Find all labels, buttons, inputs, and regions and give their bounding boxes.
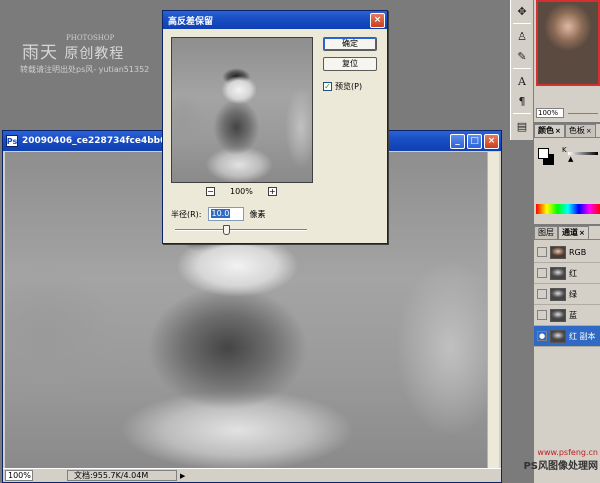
preview-checkbox[interactable]: ✓ [323, 82, 332, 91]
tab-channels[interactable]: 通道× [558, 226, 589, 239]
close-button[interactable]: × [484, 133, 499, 149]
divider [513, 68, 531, 69]
channel-name: 绿 [569, 289, 577, 299]
navigator-zoom-slider[interactable] [568, 113, 598, 114]
watermark-en: PHOTOSHOP [66, 34, 115, 42]
dialog-title: 高反差保留 [168, 16, 214, 27]
preview-checkbox-row: ✓ 预览(P) [323, 81, 362, 92]
color-tabs: 颜色× 色板× [534, 124, 600, 138]
reset-button[interactable]: 复位 [323, 57, 377, 71]
channel-name: 蓝 [569, 310, 577, 320]
ps-document-icon: Ps [6, 135, 18, 147]
tab-layers[interactable]: 图层 [534, 226, 558, 239]
site-name: PS风图像处理网 [523, 461, 598, 472]
watermark-title-2: 原创教程 [64, 46, 125, 62]
site-url: www.psfeng.cn [537, 448, 598, 457]
minimize-button[interactable]: _ [450, 133, 465, 149]
ok-button[interactable]: 确定 [323, 37, 377, 51]
zoom-out-button[interactable]: − [206, 187, 215, 196]
layers-tabs: 图层 通道× [534, 226, 600, 240]
filter-preview[interactable] [171, 37, 313, 183]
stamp-icon[interactable]: ♙ [512, 27, 532, 45]
tab-swatches[interactable]: 色板× [564, 124, 596, 137]
channel-row-red[interactable]: 红 [534, 263, 600, 284]
zoom-field[interactable]: 100% [5, 470, 33, 481]
channel-thumbnail [550, 245, 566, 259]
channel-thumbnail [550, 266, 566, 280]
type-icon[interactable]: A [512, 72, 532, 90]
channel-row-red-copy[interactable]: ● 红 副本 [534, 326, 600, 347]
tab-color-label: 颜色 [538, 126, 554, 135]
site-watermark: www.psfeng.cn PS风图像处理网 [492, 448, 600, 482]
radius-unit: 像素 [249, 209, 266, 219]
tab-layers-label: 图层 [538, 228, 554, 237]
notes-icon[interactable]: ▤ [512, 117, 532, 135]
channel-thumbnail [550, 287, 566, 301]
radius-value: 10.0 [210, 209, 231, 218]
channel-list: RGB 红 绿 蓝 ● 红 副本 [534, 242, 600, 347]
navigator-thumbnail[interactable] [536, 0, 600, 86]
divider [513, 113, 531, 114]
radius-slider-thumb[interactable] [223, 225, 230, 235]
high-pass-dialog: 高反差保留 × − 100% + 确定 复位 ✓ 预览(P) 半径(R): 10… [162, 10, 388, 244]
close-icon[interactable]: × [579, 229, 585, 237]
color-spectrum-bar[interactable] [536, 204, 600, 214]
window-controls: _ □ × [450, 133, 501, 149]
preview-zoom-row: − 100% + [206, 187, 277, 196]
channel-row-blue[interactable]: 蓝 [534, 305, 600, 326]
k-label: K [562, 146, 567, 154]
channel-name: RGB [569, 247, 587, 257]
radius-label: 半径(R): [171, 209, 202, 219]
foreground-color-swatch[interactable] [538, 148, 549, 159]
document-status-bar: 100% 文档:955.7K/4.04M ▶ [3, 468, 501, 482]
eye-icon[interactable]: ● [537, 331, 547, 341]
tab-color[interactable]: 颜色× [534, 124, 565, 137]
move-icon[interactable]: ✥ [512, 2, 532, 20]
play-arrow-icon[interactable]: ▶ [180, 472, 185, 480]
dialog-close-button[interactable]: × [370, 12, 385, 28]
channel-name: 红 [569, 268, 577, 278]
channel-row-green[interactable]: 绿 [534, 284, 600, 305]
maximize-button[interactable]: □ [467, 133, 482, 149]
preview-label[interactable]: 预览(P) [335, 81, 362, 92]
watermark-note: 转载请注明出处ps风- yutian51352 [20, 65, 150, 74]
channel-row-rgb[interactable]: RGB [534, 242, 600, 263]
navigator-zoom[interactable]: 100% [536, 108, 564, 118]
navigator-panel: 100% [534, 0, 600, 122]
history-brush-icon[interactable]: ✎ [512, 47, 532, 65]
radius-row: 半径(R): 10.0 像素 [171, 207, 266, 221]
dialog-controls: × [370, 12, 387, 28]
document-size-info: 文档:955.7K/4.04M [67, 470, 177, 481]
toolbox: ✥ ♙ ✎ A ¶ ▤ [510, 0, 534, 140]
tab-swatches-label: 色板 [568, 126, 585, 135]
channel-thumbnail [550, 308, 566, 322]
channels-panel: 图层 通道× RGB 红 绿 蓝 ● 红 副本 [534, 226, 600, 483]
visibility-toggle[interactable] [537, 268, 547, 278]
tab-channels-label: 通道 [562, 228, 578, 237]
zoom-in-button[interactable]: + [267, 187, 277, 196]
dialog-titlebar[interactable]: 高反差保留 × [163, 11, 387, 29]
pilcrow-icon[interactable]: ¶ [512, 92, 532, 110]
radius-input[interactable]: 10.0 [207, 207, 244, 221]
preview-zoom-level: 100% [230, 187, 253, 196]
divider [513, 23, 531, 24]
visibility-toggle[interactable] [537, 310, 547, 320]
k-slider-thumb[interactable]: ▲ [568, 155, 573, 163]
watermark-title-1: 雨天 [22, 43, 58, 63]
vertical-scrollbar[interactable] [487, 152, 499, 468]
visibility-toggle[interactable] [537, 289, 547, 299]
channel-name: 红 副本 [569, 331, 596, 341]
radius-slider[interactable] [175, 225, 307, 235]
close-icon[interactable]: × [586, 127, 592, 135]
channel-thumbnail [550, 329, 566, 343]
close-icon[interactable]: × [555, 127, 561, 135]
color-panel: 颜色× 色板× K ▲ [534, 124, 600, 224]
visibility-toggle[interactable] [537, 247, 547, 257]
